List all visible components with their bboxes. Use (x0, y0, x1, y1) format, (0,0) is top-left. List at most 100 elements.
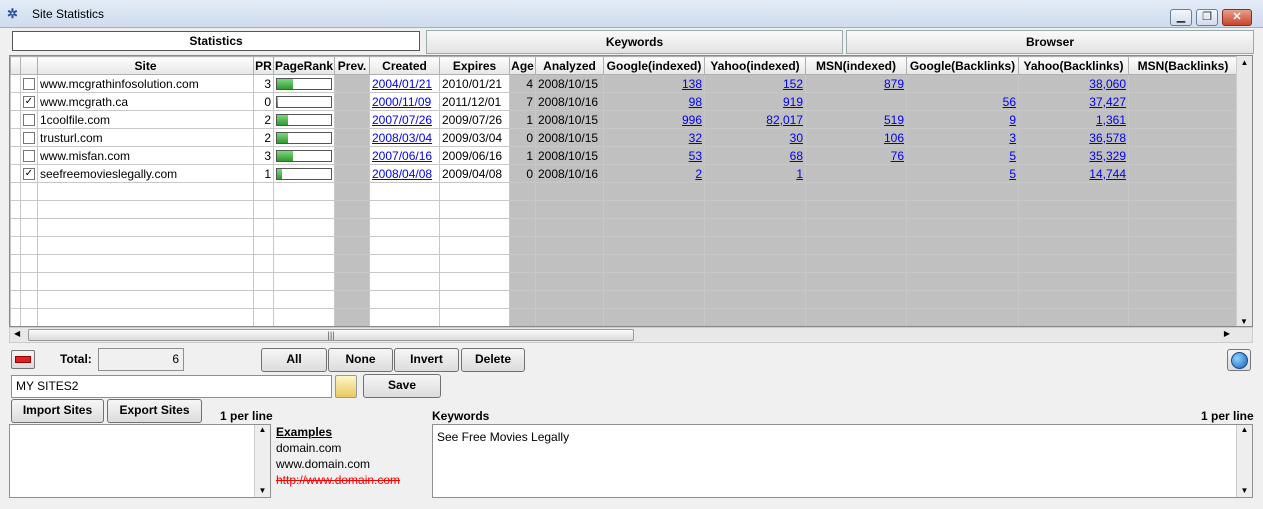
created-link[interactable]: 2008/04/08 (372, 167, 432, 181)
delete-button[interactable]: Delete (461, 348, 525, 372)
import-sites-button[interactable]: Import Sites (11, 399, 104, 423)
column-header[interactable]: Created (369, 56, 440, 75)
google-indexed-cell[interactable]: 32 (603, 128, 705, 147)
msn-indexed-link[interactable]: 879 (808, 77, 904, 91)
created-link[interactable]: 2007/07/26 (372, 113, 432, 127)
google-backlinks-cell[interactable]: 5 (906, 164, 1019, 183)
column-header[interactable]: Site (37, 56, 254, 75)
sites-scroll-down-icon[interactable]: ▼ (255, 486, 270, 495)
sites-scrollbar[interactable]: ▲ ▼ (254, 425, 270, 497)
created-link[interactable]: 2008/03/04 (372, 131, 432, 145)
row-checkbox[interactable] (23, 132, 35, 145)
table-row[interactable]: trusturl.com 2 2008/03/04 2009/03/04 0 2008/1… (10, 128, 1238, 147)
google-backlinks-cell[interactable]: 3 (906, 128, 1019, 147)
keywords-scroll-down-icon[interactable]: ▼ (1237, 486, 1252, 495)
scroll-down-icon[interactable]: ▼ (1237, 317, 1251, 326)
column-header[interactable]: Google(indexed) (603, 56, 705, 75)
msn-indexed-cell[interactable]: 76 (805, 146, 907, 165)
row-checkbox[interactable] (23, 78, 35, 91)
keywords-scroll-up-icon[interactable]: ▲ (1237, 425, 1252, 434)
hscroll-thumb[interactable]: ||| (28, 329, 634, 341)
yahoo-indexed-cell[interactable]: 68 (704, 146, 806, 165)
google-indexed-cell[interactable]: 2 (603, 164, 705, 183)
column-header[interactable]: MSN(indexed) (805, 56, 907, 75)
google-backlinks-link[interactable]: 5 (909, 149, 1016, 163)
msn-indexed-cell[interactable]: 879 (805, 74, 907, 93)
invert-selection-button[interactable]: Invert (394, 348, 459, 372)
keywords-scrollbar[interactable]: ▲ ▼ (1236, 425, 1252, 497)
msn-backlinks-cell[interactable] (1128, 92, 1238, 111)
google-indexed-link[interactable]: 32 (606, 131, 702, 145)
google-backlinks-link[interactable]: 5 (909, 167, 1016, 181)
horizontal-scrollbar[interactable]: ◀ ||| ▶ (9, 327, 1253, 343)
yahoo-indexed-link[interactable]: 30 (707, 131, 803, 145)
yahoo-indexed-cell[interactable]: 30 (704, 128, 806, 147)
yahoo-backlinks-link[interactable]: 38,060 (1021, 77, 1126, 91)
minimize-button[interactable]: ▁ (1170, 9, 1192, 26)
folder-icon[interactable] (335, 375, 357, 398)
msn-indexed-cell[interactable]: 519 (805, 110, 907, 129)
msn-backlinks-cell[interactable] (1128, 128, 1238, 147)
msn-backlinks-cell[interactable] (1128, 146, 1238, 165)
select-none-button[interactable]: None (328, 348, 393, 372)
msn-indexed-cell[interactable] (805, 164, 907, 183)
column-header[interactable]: Google(Backlinks) (906, 56, 1019, 75)
row-checkbox[interactable]: ✓ (23, 96, 35, 109)
select-all-button[interactable]: All (261, 348, 327, 372)
yahoo-indexed-link[interactable]: 919 (707, 95, 803, 109)
msn-indexed-cell[interactable] (805, 92, 907, 111)
vertical-scrollbar[interactable]: ▲ ▼ (1236, 56, 1252, 326)
tab-keywords[interactable]: Keywords (426, 30, 843, 54)
msn-indexed-link[interactable]: 76 (808, 149, 904, 163)
google-backlinks-link[interactable]: 9 (909, 113, 1016, 127)
column-header[interactable]: PR (253, 56, 274, 75)
row-checkbox[interactable]: ✓ (23, 168, 35, 181)
table-row[interactable]: ✓ www.mcgrath.ca 0 2000/11/09 2011/12/01 7 200… (10, 92, 1238, 111)
created-cell[interactable]: 2007/06/16 (369, 146, 440, 165)
google-indexed-link[interactable]: 98 (606, 95, 702, 109)
google-indexed-link[interactable]: 138 (606, 77, 702, 91)
export-sites-button[interactable]: Export Sites (107, 399, 202, 423)
scroll-up-icon[interactable]: ▲ (1237, 56, 1252, 70)
yahoo-indexed-link[interactable]: 152 (707, 77, 803, 91)
yahoo-backlinks-cell[interactable]: 38,060 (1018, 74, 1129, 93)
created-link[interactable]: 2000/11/09 (372, 95, 431, 109)
save-button[interactable]: Save (363, 374, 441, 398)
created-link[interactable]: 2004/01/21 (372, 77, 432, 91)
msn-backlinks-cell[interactable] (1128, 110, 1238, 129)
yahoo-indexed-cell[interactable]: 1 (704, 164, 806, 183)
tab-browser[interactable]: Browser (846, 30, 1254, 54)
row-checkbox-cell[interactable] (20, 110, 38, 129)
keywords-textarea[interactable]: See Free Movies Legally ▲ ▼ (432, 424, 1253, 498)
column-header[interactable]: Expires (439, 56, 510, 75)
google-backlinks-link[interactable]: 56 (909, 95, 1016, 109)
yahoo-indexed-link[interactable]: 68 (707, 149, 803, 163)
created-link[interactable]: 2007/06/16 (372, 149, 432, 163)
column-header[interactable]: PageRank (273, 56, 335, 75)
column-header[interactable]: Yahoo(indexed) (704, 56, 806, 75)
yahoo-backlinks-cell[interactable]: 36,578 (1018, 128, 1129, 147)
table-row[interactable]: 1coolfile.com 2 2007/07/26 2009/07/26 1 2008/… (10, 110, 1238, 129)
google-backlinks-link[interactable]: 3 (909, 131, 1016, 145)
yahoo-backlinks-link[interactable]: 14,744 (1021, 167, 1126, 181)
google-indexed-link[interactable]: 2 (606, 167, 702, 181)
remove-button[interactable] (11, 350, 35, 369)
google-backlinks-cell[interactable]: 5 (906, 146, 1019, 165)
scroll-right-icon[interactable]: ▶ (1224, 329, 1230, 338)
google-backlinks-cell[interactable] (906, 74, 1019, 93)
created-cell[interactable]: 2000/11/09 (369, 92, 440, 111)
yahoo-backlinks-cell[interactable]: 37,427 (1018, 92, 1129, 111)
msn-indexed-link[interactable]: 519 (808, 113, 904, 127)
column-header[interactable]: Age (509, 56, 536, 75)
yahoo-indexed-cell[interactable]: 82,017 (704, 110, 806, 129)
google-indexed-cell[interactable]: 53 (603, 146, 705, 165)
row-checkbox-cell[interactable] (20, 128, 38, 147)
yahoo-backlinks-link[interactable]: 1,361 (1021, 113, 1126, 127)
yahoo-backlinks-cell[interactable]: 14,744 (1018, 164, 1129, 183)
scroll-left-icon[interactable]: ◀ (14, 329, 20, 338)
yahoo-indexed-link[interactable]: 82,017 (707, 113, 803, 127)
sites-scroll-up-icon[interactable]: ▲ (255, 425, 270, 434)
msn-backlinks-cell[interactable] (1128, 74, 1238, 93)
yahoo-indexed-cell[interactable]: 152 (704, 74, 806, 93)
tab-statistics[interactable]: Statistics (12, 31, 420, 51)
